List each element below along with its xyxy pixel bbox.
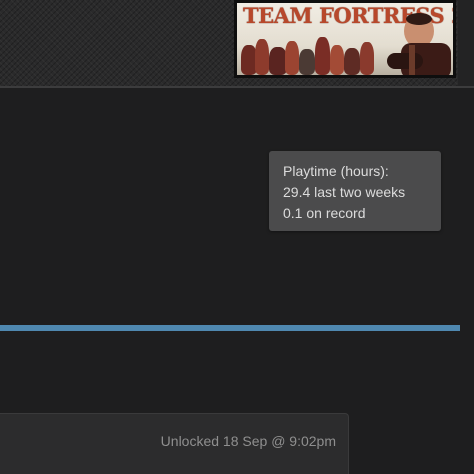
page: TEAM FORTRESS 2 Playtime (hours): 29.4 l… xyxy=(0,0,474,474)
playtime-heading: Playtime (hours): xyxy=(283,163,389,179)
heavy-character-art xyxy=(387,13,451,75)
achievement-progress-bar xyxy=(0,325,460,331)
progress-fill xyxy=(0,325,460,331)
header-banner: TEAM FORTRESS 2 xyxy=(0,0,474,88)
unlock-timestamp: Unlocked 18 Sep @ 9:02pm xyxy=(160,433,336,449)
game-capsule-image[interactable]: TEAM FORTRESS 2 xyxy=(234,0,456,78)
playtime-on-record: 0.1 on record xyxy=(283,205,366,221)
playtime-tooltip: Playtime (hours): 29.4 last two weeks 0.… xyxy=(269,151,441,231)
header-edge xyxy=(458,0,474,86)
playtime-last-two-weeks: 29.4 last two weeks xyxy=(283,184,406,200)
achievement-row[interactable]: Unlocked 18 Sep @ 9:02pm xyxy=(0,413,349,474)
capsule-art: TEAM FORTRESS 2 xyxy=(237,3,453,75)
